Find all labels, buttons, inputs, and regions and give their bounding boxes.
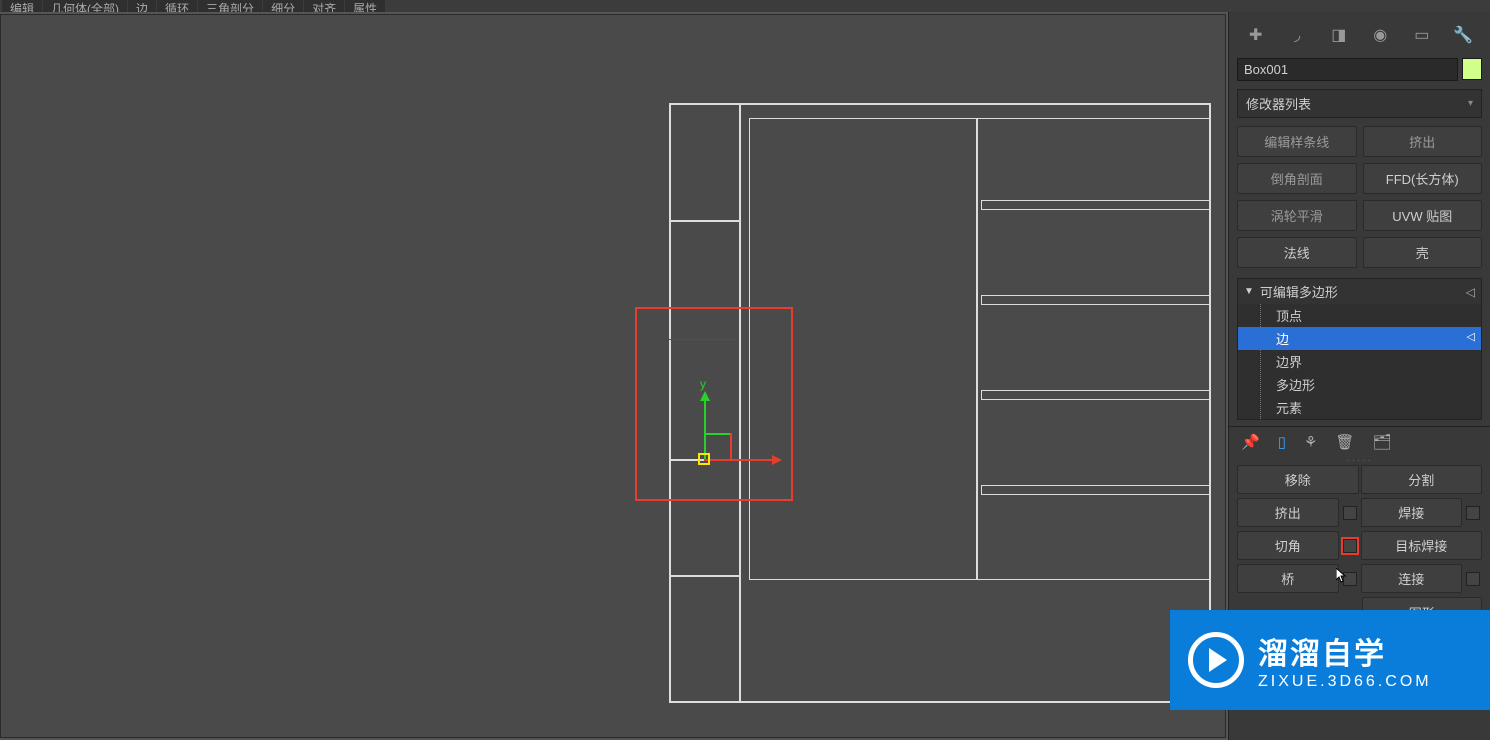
stack-header-end-icon: ◁ [1466, 285, 1475, 299]
gizmo-plane-h[interactable] [704, 433, 730, 435]
selected-edge [669, 339, 739, 340]
chamfer-settings-icon[interactable] [1343, 539, 1357, 553]
btn-weld[interactable]: 焊接 [1361, 498, 1463, 527]
weld-settings-icon[interactable] [1466, 506, 1480, 520]
watermark-banner: 溜溜自学 ZIXUE.3D66.COM [1170, 610, 1490, 710]
wire-shelf-4 [981, 485, 1211, 495]
btn-connect[interactable]: 连接 [1361, 564, 1463, 593]
subobj-edge[interactable]: 边 ◁ [1238, 327, 1481, 350]
modifier-list-label: 修改器列表 [1246, 94, 1311, 113]
pin-stack-icon[interactable]: 📌 [1241, 433, 1260, 451]
modify-tab-icon[interactable]: ◞ [1282, 20, 1312, 50]
watermark-title: 溜溜自学 [1258, 629, 1432, 673]
btn-extrude-mod[interactable]: 挤出 [1363, 126, 1483, 157]
viewport[interactable]: y [0, 14, 1226, 738]
wire-shelf-1 [981, 200, 1211, 210]
play-icon [1188, 632, 1244, 688]
wire-inner-v [976, 118, 978, 580]
btn-bevel-profile[interactable]: 倒角剖面 [1237, 163, 1357, 194]
btn-turbosmooth[interactable]: 涡轮平滑 [1237, 200, 1357, 231]
btn-chamfer[interactable]: 切角 [1237, 531, 1339, 560]
command-panel-tabs: ✚ ◞ ◨ ◉ ▭ 🔧 [1229, 12, 1490, 54]
modifier-stack: ▼ 可编辑多边形 ◁ 顶点 边 ◁ 边界 多边形 元素 [1237, 278, 1482, 420]
btn-remove[interactable]: 移除 [1237, 465, 1359, 494]
btn-bridge[interactable]: 桥 [1237, 564, 1339, 593]
gizmo-origin-handle[interactable] [698, 453, 710, 465]
extrude-settings-icon[interactable] [1343, 506, 1357, 520]
object-name-input[interactable] [1237, 58, 1458, 81]
configure-sets-icon[interactable]: 🗂 [1372, 433, 1391, 451]
object-color-swatch[interactable] [1462, 58, 1482, 80]
btn-edit-spline[interactable]: 编辑样条线 [1237, 126, 1357, 157]
wire-left-h3 [669, 575, 739, 577]
hierarchy-tab-icon[interactable]: ◨ [1324, 20, 1354, 50]
subobj-vertex[interactable]: 顶点 [1238, 304, 1481, 327]
create-tab-icon[interactable]: ✚ [1241, 20, 1271, 50]
stack-editable-poly[interactable]: ▼ 可编辑多边形 ◁ [1238, 279, 1481, 304]
make-unique-icon[interactable]: ⚘ [1304, 433, 1317, 451]
stack-header-label: 可编辑多边形 [1260, 282, 1338, 301]
utilities-tab-icon[interactable]: 🔧 [1448, 20, 1478, 50]
btn-normal[interactable]: 法线 [1237, 237, 1357, 268]
gizmo-x-arrow[interactable] [772, 455, 782, 465]
watermark-url: ZIXUE.3D66.COM [1258, 673, 1432, 691]
btn-ffd-box[interactable]: FFD(长方体) [1363, 163, 1483, 194]
selection-marquee [635, 307, 793, 501]
remove-modifier-icon[interactable]: 🗑 [1335, 433, 1354, 451]
stack-toolbar: 📌 ▯ ⚘ 🗑 🗂 [1229, 426, 1490, 457]
wire-shelf-3 [981, 390, 1211, 400]
motion-tab-icon[interactable]: ◉ [1365, 20, 1395, 50]
btn-uvw-map[interactable]: UVW 贴图 [1363, 200, 1483, 231]
ribbon-tabs: 编辑 几何体(全部) 边 循环 三角剖分 细分 对齐 属性 [0, 0, 1490, 12]
connect-settings-icon[interactable] [1466, 572, 1480, 586]
edit-edges-rollout: 移除 分割 挤出 焊接 切角 目标焊接 桥 连接 [1229, 463, 1490, 595]
btn-extrude-edge[interactable]: 挤出 [1237, 498, 1339, 527]
btn-target-weld[interactable]: 目标焊接 [1361, 531, 1483, 560]
gizmo-y-axis[interactable] [704, 399, 706, 459]
btn-shell[interactable]: 壳 [1363, 237, 1483, 268]
bridge-settings-icon[interactable] [1343, 572, 1357, 586]
subobj-element[interactable]: 元素 [1238, 396, 1481, 419]
gizmo-x-axis[interactable] [704, 459, 774, 461]
subobj-edge-active-icon: ◁ [1467, 330, 1475, 343]
btn-split[interactable]: 分割 [1361, 465, 1483, 494]
modifier-list-dropdown[interactable]: 修改器列表 [1237, 89, 1482, 118]
subobj-polygon[interactable]: 多边形 [1238, 373, 1481, 396]
viewport-area[interactable]: y [0, 12, 1228, 740]
display-tab-icon[interactable]: ▭ [1407, 20, 1437, 50]
wire-inner-frame [749, 118, 1211, 580]
gizmo-y-arrow[interactable] [700, 391, 710, 401]
wire-shelf-2 [981, 295, 1211, 305]
show-end-result-icon[interactable]: ▯ [1278, 433, 1286, 451]
subobj-border[interactable]: 边界 [1238, 350, 1481, 373]
wire-left-h1 [669, 220, 739, 222]
gizmo-plane-v[interactable] [730, 433, 732, 459]
expand-icon[interactable]: ▼ [1244, 286, 1254, 297]
gizmo-y-label: y [700, 377, 706, 391]
